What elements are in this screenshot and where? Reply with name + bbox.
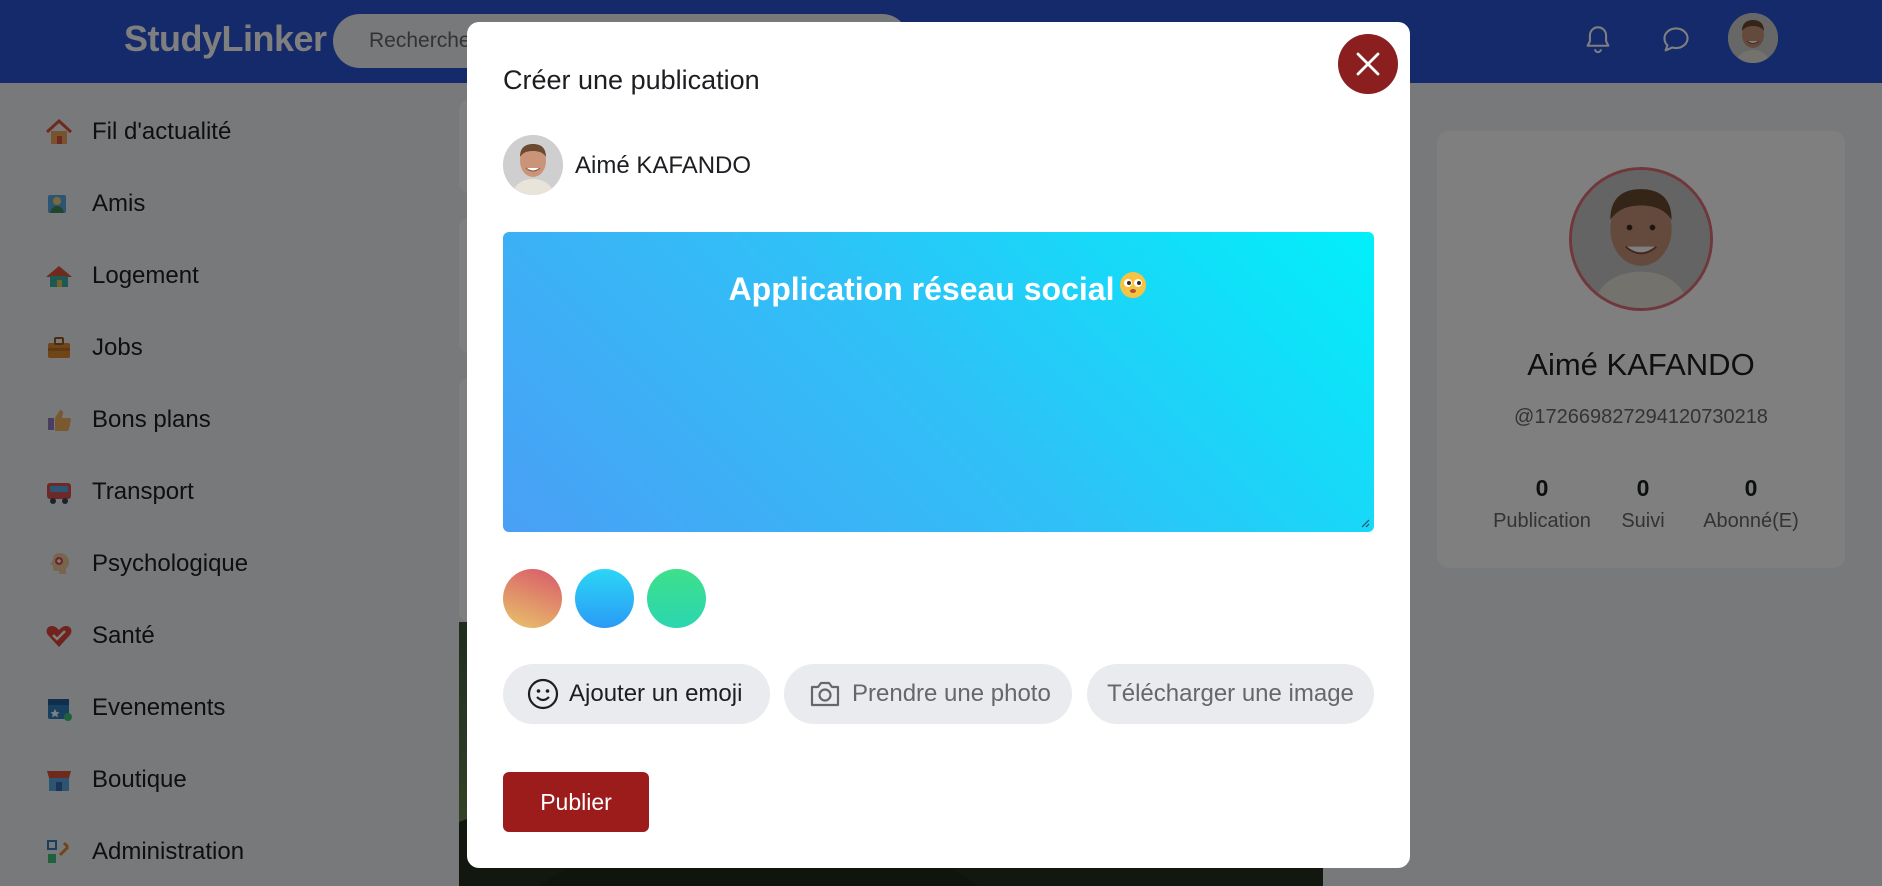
post-text: Application réseau social (728, 270, 1115, 307)
post-textarea[interactable]: Application réseau social (503, 232, 1374, 532)
publish-button[interactable]: Publier (503, 772, 649, 832)
color-swatch-green[interactable] (647, 569, 706, 628)
smiley-icon (527, 678, 559, 710)
modal-title: Créer une publication (503, 65, 760, 95)
close-modal-button[interactable] (1338, 34, 1398, 94)
emoji-icon (1118, 270, 1148, 308)
post-text-wrapper: Application réseau social (503, 270, 1374, 308)
color-swatch-sunset[interactable] (503, 569, 562, 628)
take-photo-button[interactable]: Prendre une photo (784, 664, 1072, 724)
upload-image-button[interactable]: Télécharger une image (1087, 664, 1374, 724)
add-emoji-button[interactable]: Ajouter un emoji (503, 664, 770, 724)
color-swatch-blue[interactable] (575, 569, 634, 628)
camera-icon (808, 679, 842, 709)
author-avatar (503, 135, 563, 195)
resize-handle-icon[interactable] (1358, 516, 1370, 528)
author-name: Aimé KAFANDO (575, 152, 752, 179)
close-icon (1355, 51, 1381, 77)
create-post-modal: Créer une publication Aimé KAFANDO Appli… (467, 22, 1410, 868)
